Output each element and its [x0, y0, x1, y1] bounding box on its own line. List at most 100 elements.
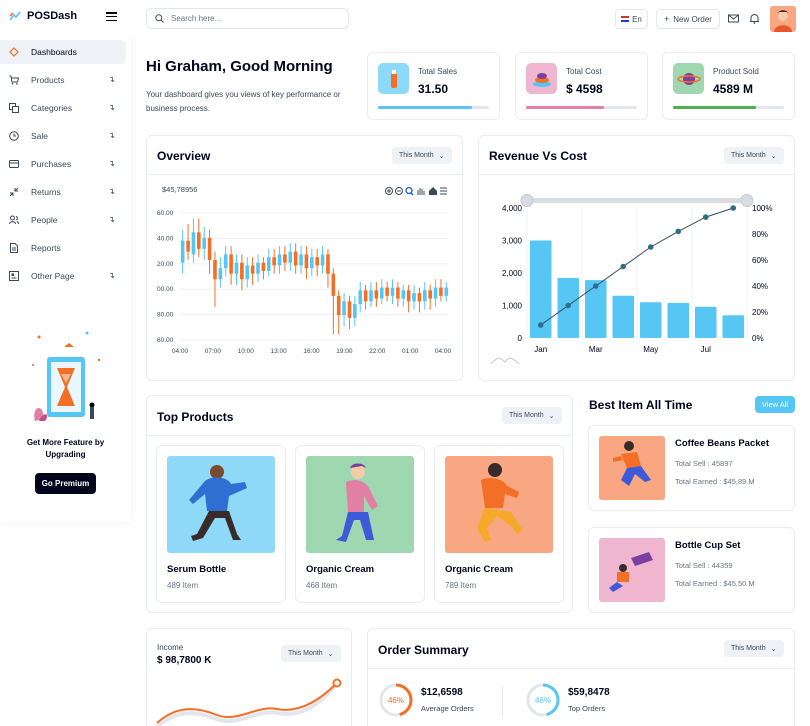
- x-tick-label: Jan: [534, 345, 547, 354]
- candle-body: [353, 304, 357, 318]
- product-name: Serum Bottle: [167, 564, 227, 575]
- search-placeholder: Search here...: [171, 14, 222, 23]
- top-products-filter-dropdown[interactable]: This Month ⌄: [502, 407, 562, 424]
- candle-body: [293, 251, 298, 266]
- candle-body: [385, 287, 389, 296]
- new-order-label: New Order: [673, 14, 712, 24]
- best-item-earned: Total Earned : $45,50 M: [675, 579, 755, 588]
- search-zoom-icon: [405, 186, 413, 195]
- sidebar-item-label: Dashboards: [31, 47, 77, 57]
- avatar[interactable]: [770, 6, 796, 32]
- order-summary-filter-dropdown[interactable]: This Month ⌄: [724, 640, 784, 657]
- progress-bar: [378, 106, 489, 109]
- sidebar-item-sale[interactable]: Sale ↴: [0, 124, 131, 148]
- candle-body: [310, 257, 314, 269]
- product-count: 468 Item: [306, 581, 338, 590]
- candle-body: [202, 237, 207, 249]
- new-order-button[interactable]: + New Order: [656, 9, 720, 29]
- logo-icon: [9, 11, 21, 21]
- topbar: Search here... En + New Order: [131, 0, 810, 38]
- stat-card-total-cost[interactable]: Total Cost $ 4598: [515, 52, 648, 120]
- revenue-cost-chart: 4,000 3,000 2,000 1,000 0 100% 80% 60% 40% 20% 0% J…: [490, 194, 772, 365]
- order-summary-title: Order Summary: [378, 643, 469, 657]
- search-input[interactable]: Search here...: [146, 8, 349, 29]
- y-tick-label: 2,000: [502, 269, 523, 278]
- product-tile[interactable]: Serum Bottle 489 Item: [156, 445, 286, 603]
- candle-body: [320, 254, 325, 266]
- filter-label: This Month: [288, 650, 323, 657]
- mail-icon[interactable]: [728, 13, 739, 24]
- stat-card-product-sold[interactable]: Product Sold 4589 M: [662, 52, 795, 120]
- menu-toggle-icon[interactable]: [106, 12, 117, 21]
- plus-icon: +: [664, 14, 670, 24]
- logo[interactable]: POSDash: [9, 10, 77, 22]
- x-tick-label: May: [643, 345, 658, 354]
- go-premium-button[interactable]: Go Premium: [34, 473, 97, 494]
- candle-body: [401, 290, 406, 299]
- sidebar-item-label: Purchases: [31, 159, 72, 169]
- sidebar-item-returns[interactable]: Returns ↴: [0, 180, 131, 204]
- overview-filter-dropdown[interactable]: This Month ⌄: [392, 147, 452, 164]
- sidebar-item-purchases[interactable]: Purchases ↴: [0, 152, 131, 176]
- y2-tick-label: 60%: [752, 256, 768, 265]
- line-point: [620, 263, 627, 270]
- bar: [722, 315, 744, 338]
- language-select[interactable]: En: [615, 9, 648, 29]
- y2-tick-label: 0%: [752, 334, 764, 343]
- product-tile[interactable]: Organic Cream 468 Item: [295, 445, 425, 603]
- chevron-down-icon: ⌄: [548, 412, 555, 420]
- best-item-image: [599, 538, 665, 602]
- candle-body: [256, 262, 260, 274]
- expand-arrow-icon: ↴: [108, 103, 115, 112]
- y-tick-label: 0: [518, 334, 523, 343]
- chevron-down-icon: ⌄: [438, 152, 445, 160]
- sidebar-item-products[interactable]: Products ↴: [0, 68, 131, 92]
- sidebar-item-dashboards[interactable]: Dashboards: [0, 40, 126, 64]
- candle-body: [315, 257, 319, 266]
- app-name: POSDash: [27, 10, 78, 22]
- sidebar: POSDash Dashboards Products ↴ Categories…: [0, 0, 131, 522]
- candle-body: [428, 290, 432, 299]
- revenue-filter-dropdown[interactable]: This Month ⌄: [724, 147, 784, 164]
- candle-body: [229, 254, 233, 274]
- bell-icon[interactable]: [749, 13, 760, 24]
- bar: [585, 280, 607, 338]
- expand-arrow-icon: ↴: [108, 271, 115, 280]
- sidebar-item-categories[interactable]: Categories ↴: [0, 96, 131, 120]
- view-all-button[interactable]: View All: [755, 396, 795, 413]
- sidebar-item-people[interactable]: People ↴: [0, 208, 131, 232]
- candle-body: [439, 287, 443, 296]
- candle-body: [379, 287, 384, 299]
- stat-label: Product Sold: [713, 67, 759, 76]
- chart-toolbar[interactable]: [384, 186, 448, 196]
- sidebar-item-other-page[interactable]: Other Page ↴: [0, 264, 131, 288]
- best-item-card[interactable]: Bottle Cup Set Total Sell : 44359 Total …: [588, 527, 795, 613]
- sidebar-item-reports[interactable]: Reports: [0, 236, 131, 260]
- product-name: Organic Cream: [445, 564, 514, 575]
- filter-label: This Month: [399, 152, 434, 159]
- y-tick-label: 4,000: [502, 204, 523, 213]
- line-point: [730, 205, 737, 211]
- range-slider-handle-left: [520, 194, 534, 207]
- y-tick-label: 00.00: [157, 286, 174, 293]
- product-tile[interactable]: Organic Cream 789 Item: [434, 445, 564, 603]
- stat-card-total-sales[interactable]: Total Sales 31.50: [367, 52, 500, 120]
- best-item-sell: Total Sell : 45897: [675, 459, 733, 468]
- stat-value: 4589 M: [713, 82, 754, 96]
- expand-arrow-icon: ↴: [108, 75, 115, 84]
- candle-body: [277, 254, 282, 266]
- candle-body: [234, 262, 239, 274]
- hourglass-illustration-icon: [21, 325, 111, 425]
- candle-body: [417, 293, 422, 302]
- x-tick-label: 13:00: [270, 348, 287, 355]
- expand-arrow-icon: ↴: [108, 215, 115, 224]
- home-icon: [429, 187, 437, 195]
- filter-label: This Month: [731, 645, 766, 652]
- page-icon: [9, 271, 19, 281]
- product-count: 489 Item: [167, 581, 199, 590]
- candle-body: [266, 257, 271, 271]
- x-tick-label: 01:00: [402, 348, 419, 355]
- line-point: [537, 322, 544, 328]
- best-item-card[interactable]: Coffee Beans Packet Total Sell : 45897 T…: [588, 425, 795, 511]
- income-filter-dropdown[interactable]: This Month ⌄: [281, 645, 341, 662]
